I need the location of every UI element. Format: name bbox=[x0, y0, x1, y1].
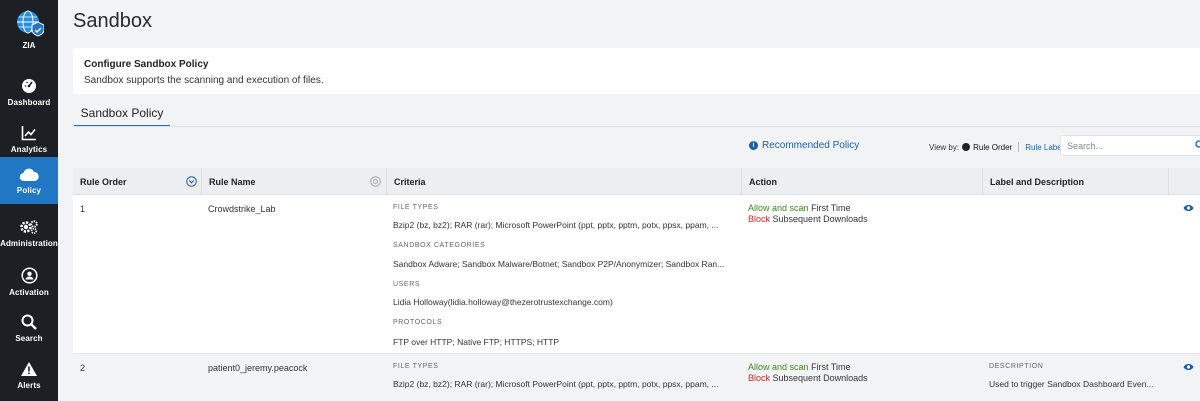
zia-logo[interactable]: ZIA bbox=[0, 8, 58, 56]
rule-name-cell: patient0_jeremy.peacock bbox=[208, 363, 308, 373]
sidebar: ZIA Dashboard Analytics Policy Administr… bbox=[0, 0, 58, 401]
nav-administration-label: Administration bbox=[0, 239, 58, 248]
criteria-heading: FILE TYPES bbox=[393, 363, 439, 370]
view-by-label: View by: bbox=[929, 142, 960, 152]
recommended-policy-link[interactable]: i Recommended Policy bbox=[749, 140, 859, 151]
view-eye-icon[interactable] bbox=[1183, 363, 1194, 371]
info-text: Sandbox supports the scanning and execut… bbox=[84, 75, 324, 86]
tab-divider bbox=[74, 126, 1200, 127]
rule-order-radio[interactable] bbox=[962, 143, 971, 151]
criteria-heading: PROTOCOLS bbox=[393, 319, 443, 326]
action-subsequent: Block Subsequent Downloads bbox=[748, 214, 868, 224]
cloud-policy-icon bbox=[19, 168, 39, 181]
label-heading: DESCRIPTION bbox=[989, 363, 1044, 370]
col-label-description: Label and Description bbox=[983, 168, 1169, 195]
criteria-heading: FILE TYPES bbox=[393, 204, 439, 211]
criteria-heading: SANDBOX CATEGORIES bbox=[393, 242, 486, 249]
nav-dashboard-label: Dashboard bbox=[7, 98, 51, 107]
activation-user-icon bbox=[20, 266, 38, 284]
sandbox-policy-table: Rule Order Rule Name Criteria Action Lab… bbox=[73, 168, 1200, 401]
criteria-value: Lidia Holloway(lidia.holloway@thezerotru… bbox=[393, 297, 613, 307]
nav-analytics[interactable]: Analytics bbox=[0, 116, 58, 163]
page-title: Sandbox bbox=[73, 10, 152, 32]
column-options-icon[interactable] bbox=[370, 176, 381, 187]
table-row[interactable]: 2 patient0_jeremy.peacock FILE TYPES Bzi… bbox=[73, 354, 1200, 401]
tab-sandbox-policy[interactable]: Sandbox Policy bbox=[74, 106, 170, 127]
globe-logo-icon bbox=[17, 10, 44, 37]
search-icon bbox=[21, 314, 37, 330]
view-by-rule-order[interactable]: Rule Order bbox=[973, 143, 1012, 152]
action-subsequent: Block Subsequent Downloads bbox=[748, 373, 868, 383]
logo-label: ZIA bbox=[22, 41, 36, 50]
col-action: Action bbox=[742, 168, 983, 195]
col-rule-order[interactable]: Rule Order bbox=[73, 168, 202, 195]
col-criteria: Criteria bbox=[387, 168, 742, 195]
table-header: Rule Order Rule Name Criteria Action Lab… bbox=[73, 168, 1200, 195]
view-by-control: View by: Rule Order Rule Label bbox=[929, 142, 1063, 152]
gears-icon bbox=[20, 220, 38, 235]
view-eye-icon[interactable] bbox=[1183, 204, 1194, 212]
nav-search-label: Search bbox=[15, 334, 43, 343]
view-by-separator bbox=[1018, 142, 1020, 152]
info-heading: Configure Sandbox Policy bbox=[84, 59, 209, 70]
nav-policy[interactable]: Policy bbox=[0, 157, 58, 204]
search-input[interactable] bbox=[1060, 135, 1200, 156]
info-icon: i bbox=[749, 141, 758, 150]
search-field-icon[interactable] bbox=[1195, 140, 1200, 150]
nav-alerts[interactable]: Alerts bbox=[0, 352, 58, 399]
alert-triangle-icon bbox=[21, 362, 37, 376]
recommended-policy-label: Recommended Policy bbox=[762, 140, 860, 151]
view-by-rule-label[interactable]: Rule Label bbox=[1025, 143, 1063, 152]
rule-name-cell: Crowdstrike_Lab bbox=[208, 204, 276, 214]
info-card: Configure Sandbox Policy Sandbox support… bbox=[73, 48, 1200, 94]
action-first-time: Allow and scan First Time bbox=[748, 362, 851, 372]
nav-activation[interactable]: Activation bbox=[0, 258, 58, 305]
nav-analytics-label: Analytics bbox=[10, 145, 48, 154]
criteria-heading: USERS bbox=[393, 281, 421, 288]
criteria-value: Sandbox Adware; Sandbox Malware/Botnet; … bbox=[393, 259, 725, 269]
criteria-value: FTP over HTTP; Native FTP; HTTPS; HTTP bbox=[393, 337, 560, 347]
dashboard-icon bbox=[22, 79, 36, 93]
action-first-time: Allow and scan First Time bbox=[748, 203, 851, 213]
criteria-value: Bzip2 (bz, bz2); RAR (rar); Microsoft Po… bbox=[393, 220, 719, 230]
nav-administration[interactable]: Administration bbox=[0, 210, 58, 257]
nav-search[interactable]: Search bbox=[0, 305, 58, 352]
col-rule-name[interactable]: Rule Name bbox=[202, 168, 387, 195]
criteria-value: Bzip2 (bz, bz2); RAR (rar); Microsoft Po… bbox=[393, 379, 719, 389]
analytics-icon bbox=[21, 126, 36, 141]
rule-order-cell: 2 bbox=[80, 363, 86, 373]
nav-alerts-label: Alerts bbox=[17, 381, 41, 390]
nav-policy-label: Policy bbox=[16, 185, 42, 195]
rule-order-cell: 1 bbox=[80, 204, 86, 214]
label-value: Used to trigger Sandbox Dashboard Even..… bbox=[989, 379, 1154, 389]
col-actions bbox=[1169, 168, 1200, 195]
table-row[interactable]: 1 Crowdstrike_Lab FILE TYPES Bzip2 (bz, … bbox=[73, 195, 1200, 354]
nav-activation-label: Activation bbox=[9, 287, 49, 297]
nav-dashboard[interactable]: Dashboard bbox=[0, 69, 58, 116]
sort-chevron-icon[interactable] bbox=[186, 176, 197, 187]
